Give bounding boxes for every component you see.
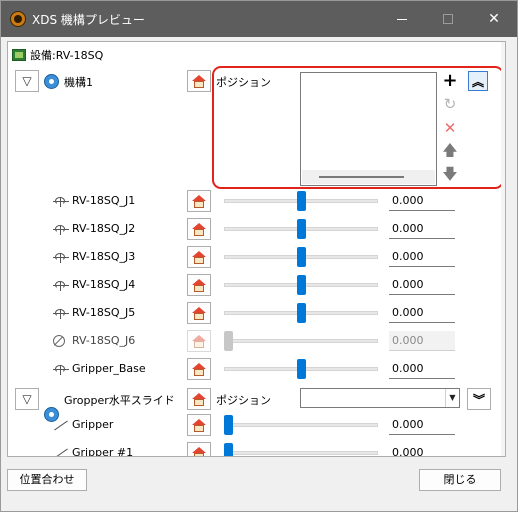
rotary-joint-icon xyxy=(53,251,69,265)
close-icon: ✕ xyxy=(488,11,500,27)
joint-home-button[interactable] xyxy=(187,274,211,296)
joint-value-input[interactable]: 0.000 xyxy=(389,219,455,239)
close-button[interactable]: 閉じる xyxy=(419,469,501,491)
mechanism1-name: 機構1 xyxy=(64,76,93,89)
joint-slider-thumb[interactable] xyxy=(297,303,306,323)
gripper-label: Gripper #1 xyxy=(72,446,134,457)
gripper-value-input[interactable]: 0.000 xyxy=(389,443,455,456)
equipment-label: 設備:RV-18SQ xyxy=(30,49,104,62)
joint-home-button[interactable] xyxy=(187,218,211,240)
joint-value-input[interactable]: 0.000 xyxy=(389,359,455,379)
gripper-value-input[interactable]: 0.000 xyxy=(389,415,455,435)
joint-value-input: 0.000 xyxy=(389,331,455,351)
rotary-joint-icon xyxy=(53,363,69,377)
joint-label: RV-18SQ_J3 xyxy=(72,250,136,263)
joint-slider-thumb[interactable] xyxy=(297,359,306,379)
home-icon xyxy=(192,446,206,456)
joint-value-input[interactable]: 0.000 xyxy=(389,275,455,295)
position-combo[interactable]: ▼ xyxy=(300,388,460,408)
rotary-joint-icon xyxy=(53,279,69,293)
joint-value-input[interactable]: 0.000 xyxy=(389,247,455,267)
joint-label: Gripper_Base xyxy=(72,362,146,375)
joint-label: RV-18SQ_J2 xyxy=(72,222,136,235)
double-chevron-down-icon: ︾ xyxy=(472,392,485,407)
app-icon xyxy=(10,11,26,27)
collapse-mechanism1-button[interactable]: ▽ xyxy=(15,70,39,92)
window-title: XDS 機構プレビュー xyxy=(32,13,145,27)
joint-home-button[interactable] xyxy=(187,190,211,212)
home-icon xyxy=(192,194,206,208)
joint-home-button xyxy=(187,330,211,352)
mechanism-icon xyxy=(44,74,59,89)
joint-slider-thumb[interactable] xyxy=(297,191,306,211)
dropdown-arrow-icon[interactable]: ▼ xyxy=(445,389,459,407)
home-icon xyxy=(192,74,206,88)
joint-slider-thumb[interactable] xyxy=(297,275,306,295)
gripper-slider-track[interactable] xyxy=(224,451,378,455)
home-icon xyxy=(192,392,206,406)
joint-slider-thumb[interactable] xyxy=(297,247,306,267)
mechanism2-position-label: ポジション xyxy=(216,394,271,407)
disabled-joint-icon xyxy=(53,335,65,347)
mechanism2-name: Gropper水平スライド xyxy=(64,394,175,407)
maximize-button xyxy=(425,1,471,37)
joint-home-button[interactable] xyxy=(187,246,211,268)
mechanism2-home-button[interactable] xyxy=(187,388,211,410)
home-icon xyxy=(192,306,206,320)
gripper-slider-thumb[interactable] xyxy=(224,443,233,456)
highlight-box xyxy=(212,66,504,189)
equipment-icon xyxy=(12,49,26,61)
panel-scrollbar[interactable] xyxy=(501,42,505,456)
gripper-home-button[interactable] xyxy=(187,414,211,436)
minimize-icon xyxy=(397,18,407,20)
joint-label: RV-18SQ_J1 xyxy=(72,194,136,207)
joint-label: RV-18SQ_J4 xyxy=(72,278,136,291)
home-icon xyxy=(192,362,206,376)
equipment-row: 設備:RV-18SQ xyxy=(12,46,103,64)
joint-slider-track xyxy=(224,339,378,343)
joint-label: RV-18SQ_J6 xyxy=(72,334,136,347)
linear-joint-icon xyxy=(53,447,69,456)
gripper-label: Gripper xyxy=(72,418,114,431)
rotary-joint-icon xyxy=(53,195,69,209)
triangle-down-icon: ▽ xyxy=(22,74,32,88)
joint-value-input[interactable]: 0.000 xyxy=(389,191,455,211)
mechanism1-home-button[interactable] xyxy=(187,70,211,92)
triangle-down-icon: ▽ xyxy=(22,392,32,406)
align-button[interactable]: 位置合わせ xyxy=(7,469,87,491)
preview-window: XDS 機構プレビュー ✕ 設備:RV-18SQ ▽ 機構1 ポジション + ︽… xyxy=(0,0,518,512)
home-icon xyxy=(192,222,206,236)
close-window-button[interactable]: ✕ xyxy=(471,1,517,37)
maximize-icon xyxy=(443,14,453,24)
gripper-slider-track[interactable] xyxy=(224,423,378,427)
joint-home-button[interactable] xyxy=(187,302,211,324)
linear-joint-icon xyxy=(53,419,69,431)
mechanism-panel: 設備:RV-18SQ ▽ 機構1 ポジション + ︽ ↻ ✕ 🡅 🡇 RV-18… xyxy=(7,41,506,457)
joint-home-button[interactable] xyxy=(187,358,211,380)
joint-slider-thumb[interactable] xyxy=(297,219,306,239)
gripper-slider-thumb[interactable] xyxy=(224,415,233,435)
joint-label: RV-18SQ_J5 xyxy=(72,306,136,319)
joint-slider-thumb xyxy=(224,331,233,351)
rotary-joint-icon xyxy=(53,307,69,321)
collapse-mechanism2-button[interactable]: ▽ xyxy=(15,388,39,410)
joint-value-input[interactable]: 0.000 xyxy=(389,303,455,323)
minimize-button[interactable] xyxy=(379,1,425,37)
rotary-joint-icon xyxy=(53,223,69,237)
home-icon xyxy=(192,250,206,264)
home-icon xyxy=(192,418,206,432)
expand-down-button[interactable]: ︾ xyxy=(467,388,491,410)
home-icon xyxy=(192,278,206,292)
gripper-home-button[interactable] xyxy=(187,442,211,456)
title-bar: XDS 機構プレビュー ✕ xyxy=(1,1,517,37)
home-icon xyxy=(192,334,206,348)
